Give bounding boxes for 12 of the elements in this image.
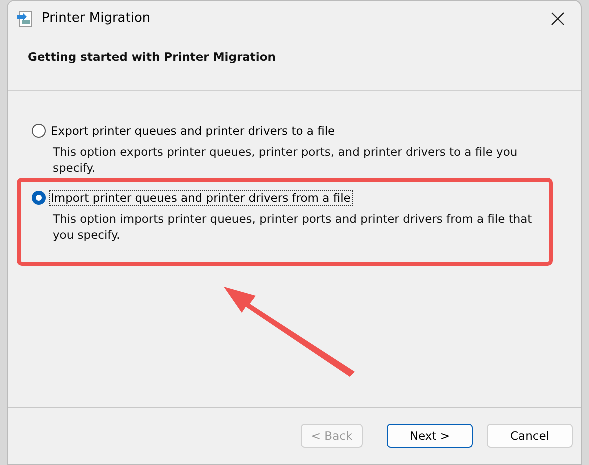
option-description: This option exports printer queues, printer ports, and printer drivers to a file you specify. xyxy=(53,144,519,176)
radio-button[interactable] xyxy=(32,191,46,205)
wizard-button[interactable]: Cancel xyxy=(487,424,573,448)
option-description: This option imports printer queues, printer ports and printer drivers from a file that you specify. xyxy=(53,211,534,243)
option-label[interactable]: Export printer queues and printer drivers to a file xyxy=(49,123,338,139)
window-title: Printer Migration xyxy=(42,11,152,26)
wizard-button[interactable]: Next > xyxy=(387,424,473,448)
close-icon xyxy=(551,12,565,26)
page-heading: Getting started with Printer Migration xyxy=(28,50,276,64)
printer-migration-icon xyxy=(16,10,34,28)
radio-button[interactable] xyxy=(32,124,46,138)
option-label[interactable]: Import printer queues and printer drivers from a file xyxy=(49,190,353,206)
